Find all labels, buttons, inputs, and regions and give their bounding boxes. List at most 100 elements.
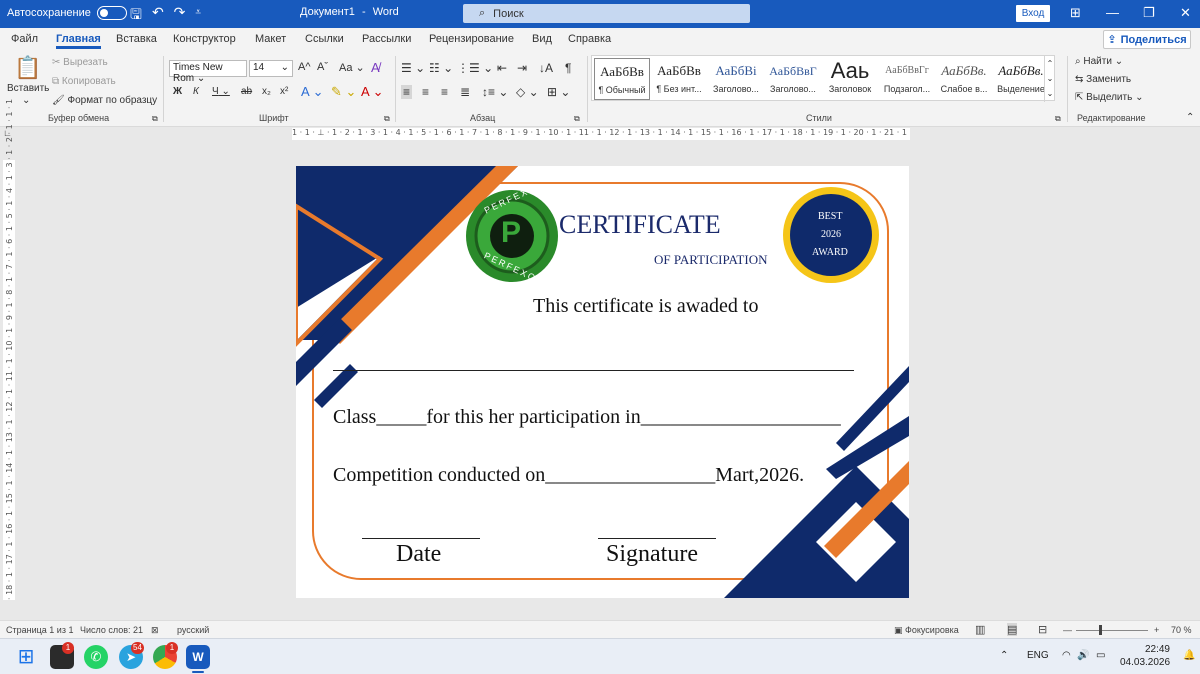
tab-mailings[interactable]: Рассылки (362, 33, 411, 45)
vertical-ruler[interactable]: · 18 · 1 · 17 · 1 · 16 · 1 · 15 · 1 · 14… (3, 99, 15, 600)
style-subtitle[interactable]: АаБбВвГг Подзагол... (879, 58, 935, 100)
replace-button[interactable]: ⇆ Заменить (1075, 74, 1131, 85)
network-icon[interactable]: ◠ (1062, 650, 1071, 661)
decrease-indent-icon[interactable]: ⇤ (497, 61, 507, 75)
paste-button[interactable]: Вставить (7, 83, 49, 94)
focus-button[interactable]: ▣ Фокусировка (894, 625, 959, 636)
superscript-button[interactable]: x² (280, 86, 288, 97)
bold-button[interactable]: Ж (173, 86, 182, 97)
tab-insert[interactable]: Вставка (116, 33, 157, 45)
language-status[interactable]: русский (177, 625, 209, 635)
input-language[interactable]: ENG (1027, 650, 1049, 661)
save-icon[interactable]: 🖫 (130, 4, 142, 28)
style-normal[interactable]: АаБбВв ¶ Обычный (594, 58, 650, 100)
text-effects-icon[interactable]: A ⌄ (301, 84, 323, 100)
strikethrough-button[interactable]: ab (241, 86, 252, 97)
justify-icon[interactable]: ≣ (460, 85, 470, 99)
shrink-font-button[interactable]: Aˇ (317, 61, 328, 73)
sort-icon[interactable]: ↓A (539, 61, 553, 75)
autosave-toggle[interactable]: Автосохранение (7, 6, 127, 20)
tab-view[interactable]: Вид (532, 33, 552, 45)
increase-indent-icon[interactable]: ⇥ (517, 61, 527, 75)
notifications-icon[interactable]: 🔔 (1183, 650, 1195, 661)
clear-format-icon[interactable]: A̸ (371, 60, 380, 75)
web-layout-icon[interactable]: ⊟ (1038, 623, 1047, 636)
tab-home[interactable]: Главная (56, 33, 101, 49)
style-no-spacing[interactable]: АаБбВв ¶ Без инт... (651, 58, 707, 100)
align-right-icon[interactable]: ≡ (441, 85, 448, 99)
borders-icon[interactable]: ⊞ ⌄ (547, 85, 570, 99)
font-color-icon[interactable]: A ⌄ (361, 84, 383, 100)
paste-dropdown-icon[interactable]: ⌄ (22, 95, 30, 106)
style-subtle-emphasis[interactable]: АаБбВв. Слабое в... (936, 58, 992, 100)
tab-design[interactable]: Конструктор (173, 33, 236, 45)
select-button[interactable]: ⇱ Выделить ⌄ (1075, 92, 1143, 103)
word-taskbar-icon[interactable]: W (186, 645, 210, 669)
align-left-icon[interactable]: ≡ (401, 85, 413, 99)
style-heading-2[interactable]: АаБбВвГ Заголово... (765, 58, 821, 100)
tab-review[interactable]: Рецензирование (429, 33, 514, 45)
font-size-combo[interactable]: 14 ⌄ (249, 60, 293, 77)
numbering-icon[interactable]: ☷ ⌄ (429, 61, 453, 75)
toggle-switch[interactable] (96, 6, 127, 20)
change-case-button[interactable]: Aa ⌄ (339, 61, 365, 74)
minimize-icon[interactable]: — (1106, 5, 1119, 20)
font-launcher-icon[interactable]: ⧉ (384, 114, 390, 124)
style-title[interactable]: Ааь Заголовок (822, 58, 878, 100)
shading-icon[interactable]: ◇ ⌄ (516, 85, 539, 99)
highlight-color-icon[interactable]: ✎ ⌄ (331, 84, 356, 100)
copy-button[interactable]: ⧉ Копировать (52, 76, 116, 87)
styles-launcher-icon[interactable]: ⧉ (1055, 114, 1061, 124)
battery-icon[interactable]: ▭ (1096, 650, 1105, 661)
windows-start-icon[interactable]: ⊞ (14, 645, 38, 669)
volume-icon[interactable]: 🔊 (1077, 650, 1089, 661)
cut-button[interactable]: ✂ Вырезать (52, 57, 108, 68)
tab-help[interactable]: Справка (568, 33, 611, 45)
zoom-slider-thumb[interactable] (1099, 625, 1102, 635)
multilevel-list-icon[interactable]: ⋮☰ ⌄ (457, 61, 493, 75)
style-emphasis[interactable]: АаБбВв. Выделение (993, 58, 1049, 100)
line-spacing-icon[interactable]: ↕≡ ⌄ (482, 85, 508, 99)
redo-icon[interactable]: ↷ (174, 4, 186, 28)
paste-icon[interactable]: 📋 (14, 55, 41, 81)
word-count[interactable]: Число слов: 21 (80, 625, 143, 635)
restore-icon[interactable]: ❐ (1143, 5, 1155, 21)
font-name-combo[interactable]: Times New Rom ⌄ (169, 60, 247, 84)
print-layout-icon[interactable]: ▤ (1007, 623, 1018, 636)
read-mode-icon[interactable]: ▥ (975, 623, 985, 636)
horizontal-ruler[interactable]: 1 · 1 · ⊥ · 1 · 2 · 1 · 3 · 1 · 4 · 1 · … (292, 128, 910, 140)
zoom-out-icon[interactable]: — (1063, 625, 1072, 635)
tab-references[interactable]: Ссылки (305, 33, 344, 45)
page-count[interactable]: Страница 1 из 1 (6, 625, 73, 635)
grow-font-button[interactable]: A^ (298, 61, 311, 73)
underline-button[interactable]: Ч ⌄ (212, 86, 230, 97)
paragraph-launcher-icon[interactable]: ⧉ (574, 114, 580, 124)
share-button[interactable]: ⇪ Поделиться (1103, 30, 1191, 49)
system-clock[interactable]: 22:49 04.03.2026 (1120, 643, 1170, 669)
undo-icon[interactable]: ↶ (152, 4, 164, 28)
show-marks-icon[interactable]: ¶ (565, 61, 571, 75)
subscript-button[interactable]: x₂ (262, 86, 271, 97)
tab-layout[interactable]: Макет (255, 33, 286, 45)
zoom-level[interactable]: 70 % (1171, 625, 1192, 635)
document-page[interactable]: PERFEXO PERFEXO P BEST 2026 AWARD CERTIF… (296, 166, 909, 598)
bullets-icon[interactable]: ☰ ⌄ (401, 61, 425, 75)
find-button[interactable]: ⌕ Найти ⌄ (1075, 56, 1123, 67)
proofing-icon[interactable]: ⊠ (151, 625, 159, 636)
ribbon-display-icon[interactable]: ⊞ (1070, 5, 1081, 21)
clipboard-launcher-icon[interactable]: ⧉ (152, 114, 158, 124)
search-box[interactable]: ⌕ Поиск (463, 4, 750, 23)
tray-overflow-icon[interactable]: ⌃ (1000, 650, 1008, 661)
format-painter-button[interactable]: 🖌 Формат по образцу (52, 95, 157, 106)
align-center-icon[interactable]: ≡ (422, 85, 429, 99)
whatsapp-icon[interactable]: ✆ (84, 645, 108, 669)
zoom-slider[interactable] (1076, 630, 1148, 631)
zoom-in-icon[interactable]: + (1154, 625, 1159, 635)
italic-button[interactable]: К (193, 86, 199, 97)
customize-qat-icon[interactable]: ⩡ (195, 7, 201, 28)
styles-scroll[interactable]: ⌃ ⌄ ⌄ (1044, 56, 1055, 102)
tab-file[interactable]: Файл (11, 33, 38, 45)
close-icon[interactable]: ✕ (1180, 5, 1191, 21)
signin-button[interactable]: Вход (1016, 5, 1050, 22)
style-heading-1[interactable]: АаБбВі Заголово... (708, 58, 764, 100)
